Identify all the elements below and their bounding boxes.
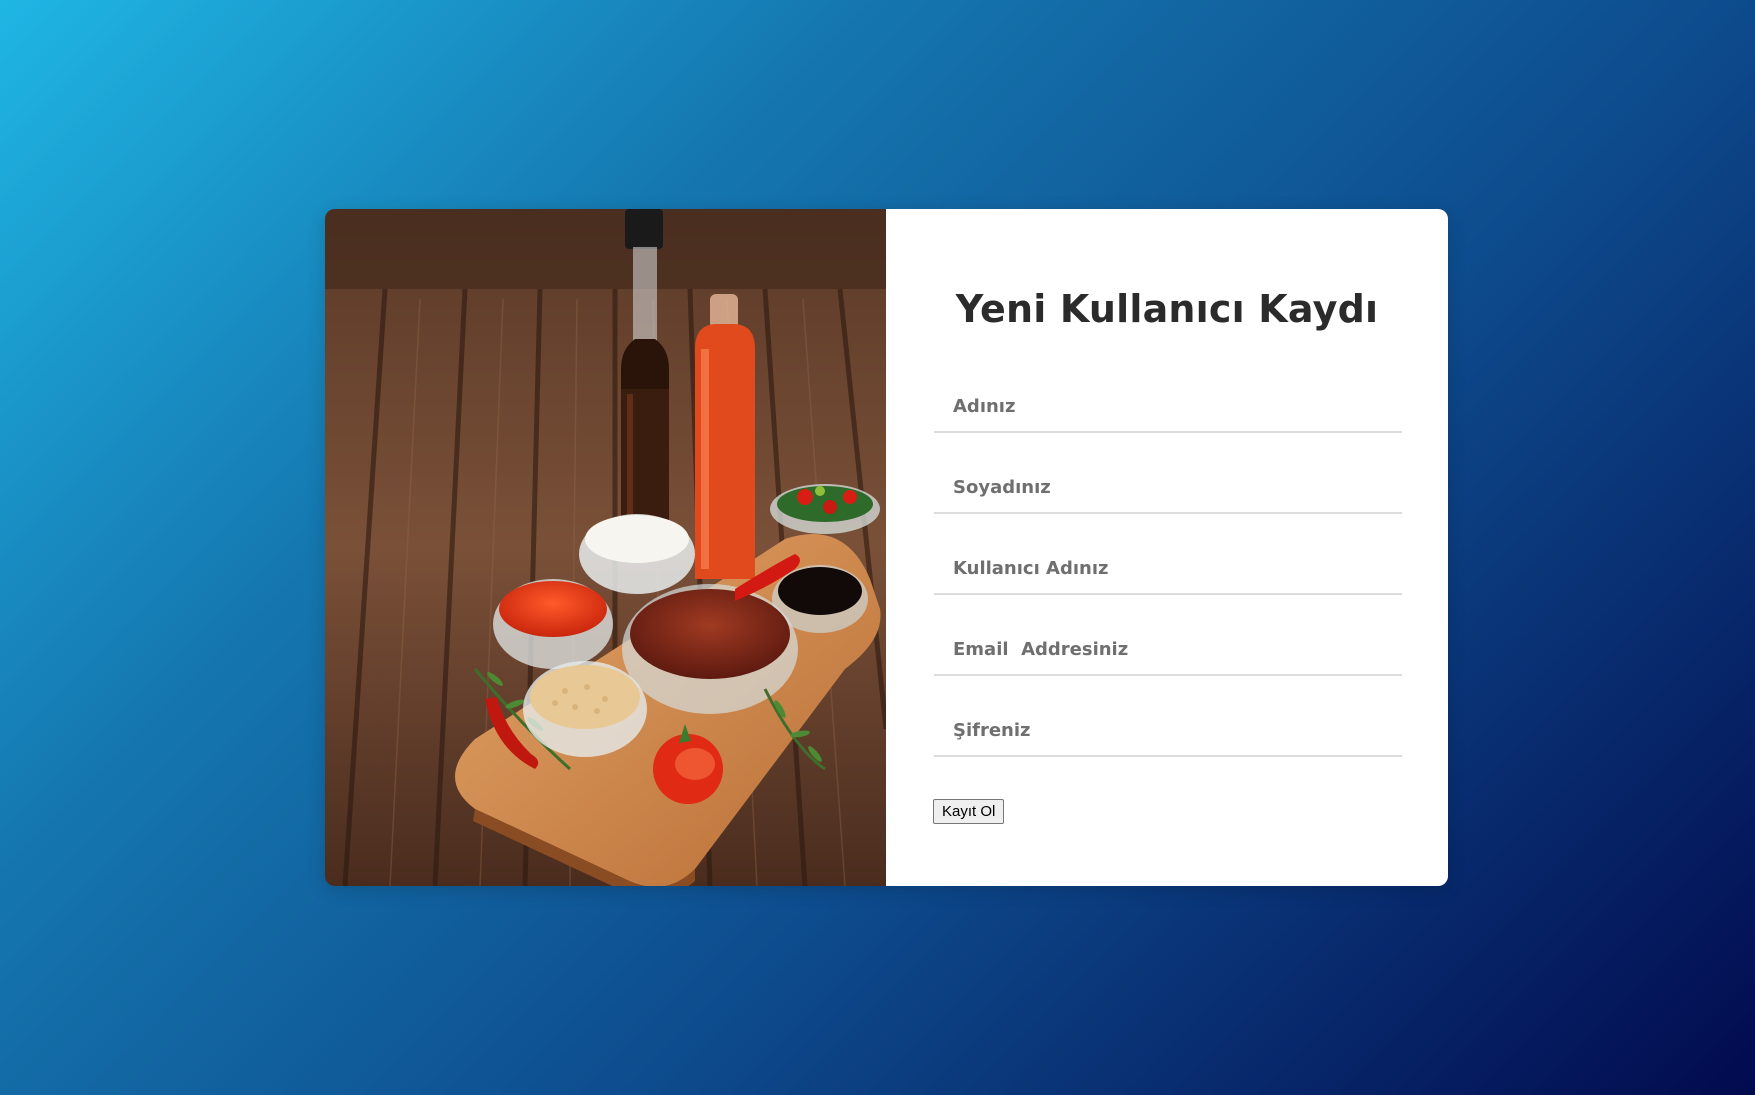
registration-card: Yeni Kullanıcı Kaydı Kayıt Ol — [325, 209, 1448, 886]
email-input[interactable] — [934, 624, 1402, 674]
password-field-wrapper — [934, 705, 1402, 757]
first-name-input[interactable] — [934, 381, 1402, 431]
form-title: Yeni Kullanıcı Kaydı — [955, 287, 1379, 331]
username-input[interactable] — [934, 543, 1402, 593]
last-name-input[interactable] — [934, 462, 1402, 512]
password-input[interactable] — [934, 705, 1402, 755]
email-field-wrapper — [934, 624, 1402, 676]
registration-form: Yeni Kullanıcı Kaydı Kayıt Ol — [886, 209, 1448, 886]
username-field-wrapper — [934, 543, 1402, 595]
sauces-photo — [325, 209, 886, 886]
register-button[interactable]: Kayıt Ol — [933, 799, 1005, 824]
first-name-field-wrapper — [934, 381, 1402, 433]
last-name-field-wrapper — [934, 462, 1402, 514]
